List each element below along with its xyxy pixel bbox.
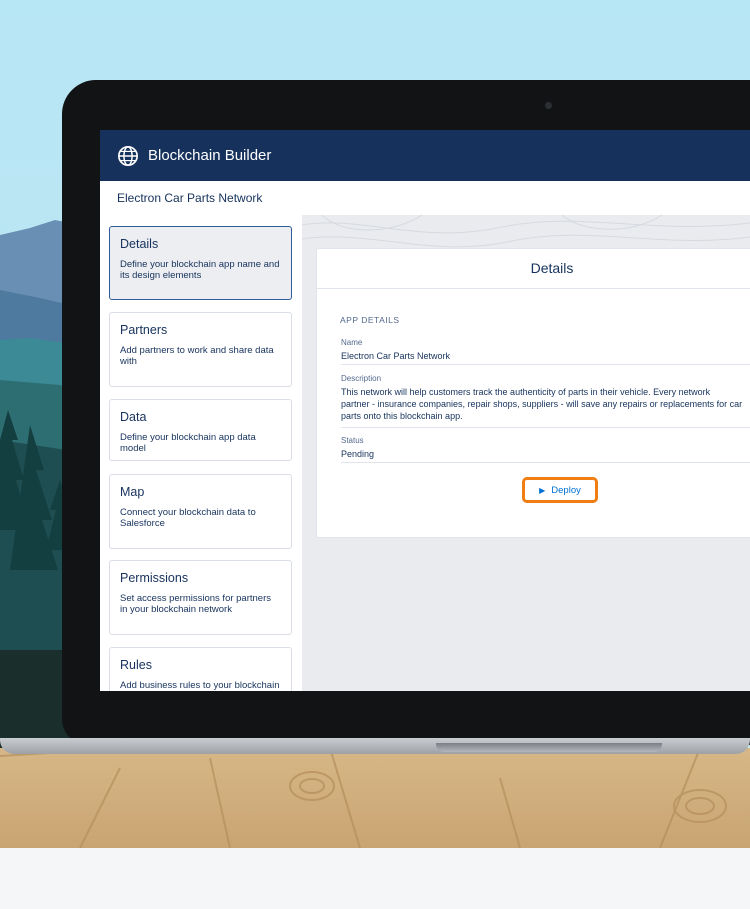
step-description: Set access permissions for partners in y… <box>120 593 272 615</box>
webcam <box>545 102 552 109</box>
step-description: Define your blockchain app data model <box>120 432 256 454</box>
deploy-label: Deploy <box>551 484 581 496</box>
step-data[interactable]: Data Define your blockchain app data mod… <box>109 399 292 461</box>
step-details[interactable]: Details Define your blockchain app name … <box>109 226 292 300</box>
global-header: Blockchain Builder <box>100 130 750 181</box>
step-description: Add business rules to your blockchain <box>120 680 280 691</box>
step-permissions[interactable]: Permissions Set access permissions for p… <box>109 560 292 635</box>
description-line: parts onto this blockchain app. <box>341 411 463 421</box>
field-value: Electron Car Parts Network <box>341 351 451 361</box>
status-field: Status Pending <box>341 436 750 463</box>
network-title: Electron Car Parts Network <box>117 191 263 205</box>
details-title: Details <box>317 249 750 289</box>
step-map[interactable]: Map Connect your blockchain data to Sale… <box>109 474 292 549</box>
details-card: Details APP DETAILS Name Electron Car Pa… <box>316 248 750 538</box>
section-heading: APP DETAILS <box>340 315 400 325</box>
step-title: Permissions <box>120 571 189 585</box>
step-description: Connect your blockchain data to Salesfor… <box>120 507 256 529</box>
description-line: partner - insurance companies, repair sh… <box>341 399 743 409</box>
wizard-steps-panel: Details Define your blockchain app name … <box>100 215 302 691</box>
step-title: Partners <box>120 323 168 337</box>
name-field: Name Electron Car Parts Network <box>341 338 750 365</box>
field-value: Pending <box>341 449 375 459</box>
step-title: Data <box>120 410 147 424</box>
app-title: Blockchain Builder <box>148 147 272 164</box>
floor-shadow <box>0 848 750 909</box>
network-header: Electron Car Parts Network <box>100 181 750 216</box>
field-label: Status <box>341 436 364 445</box>
description-field: Description This network will help custo… <box>341 374 750 428</box>
field-label: Name <box>341 338 363 347</box>
step-rules[interactable]: Rules Add business rules to your blockch… <box>109 647 292 691</box>
description-line: This network will help customers track t… <box>341 387 711 397</box>
step-title: Details <box>120 237 159 251</box>
details-panel: Details APP DETAILS Name Electron Car Pa… <box>302 215 750 691</box>
app-window: Blockchain Builder Electron Car Parts Ne… <box>100 130 750 691</box>
play-icon: ▶ <box>539 485 546 495</box>
globe-icon <box>118 145 138 166</box>
field-label: Description <box>341 374 382 383</box>
step-description: Add partners to work and share data with <box>120 345 274 367</box>
step-description: Define your blockchain app name and its … <box>120 259 280 281</box>
wood-grain <box>0 748 727 848</box>
step-title: Map <box>120 485 145 499</box>
step-title: Rules <box>120 658 152 672</box>
deploy-button[interactable]: ▶ Deploy <box>522 477 598 503</box>
step-partners[interactable]: Partners Add partners to work and share … <box>109 312 292 387</box>
laptop-hinge <box>436 743 662 752</box>
